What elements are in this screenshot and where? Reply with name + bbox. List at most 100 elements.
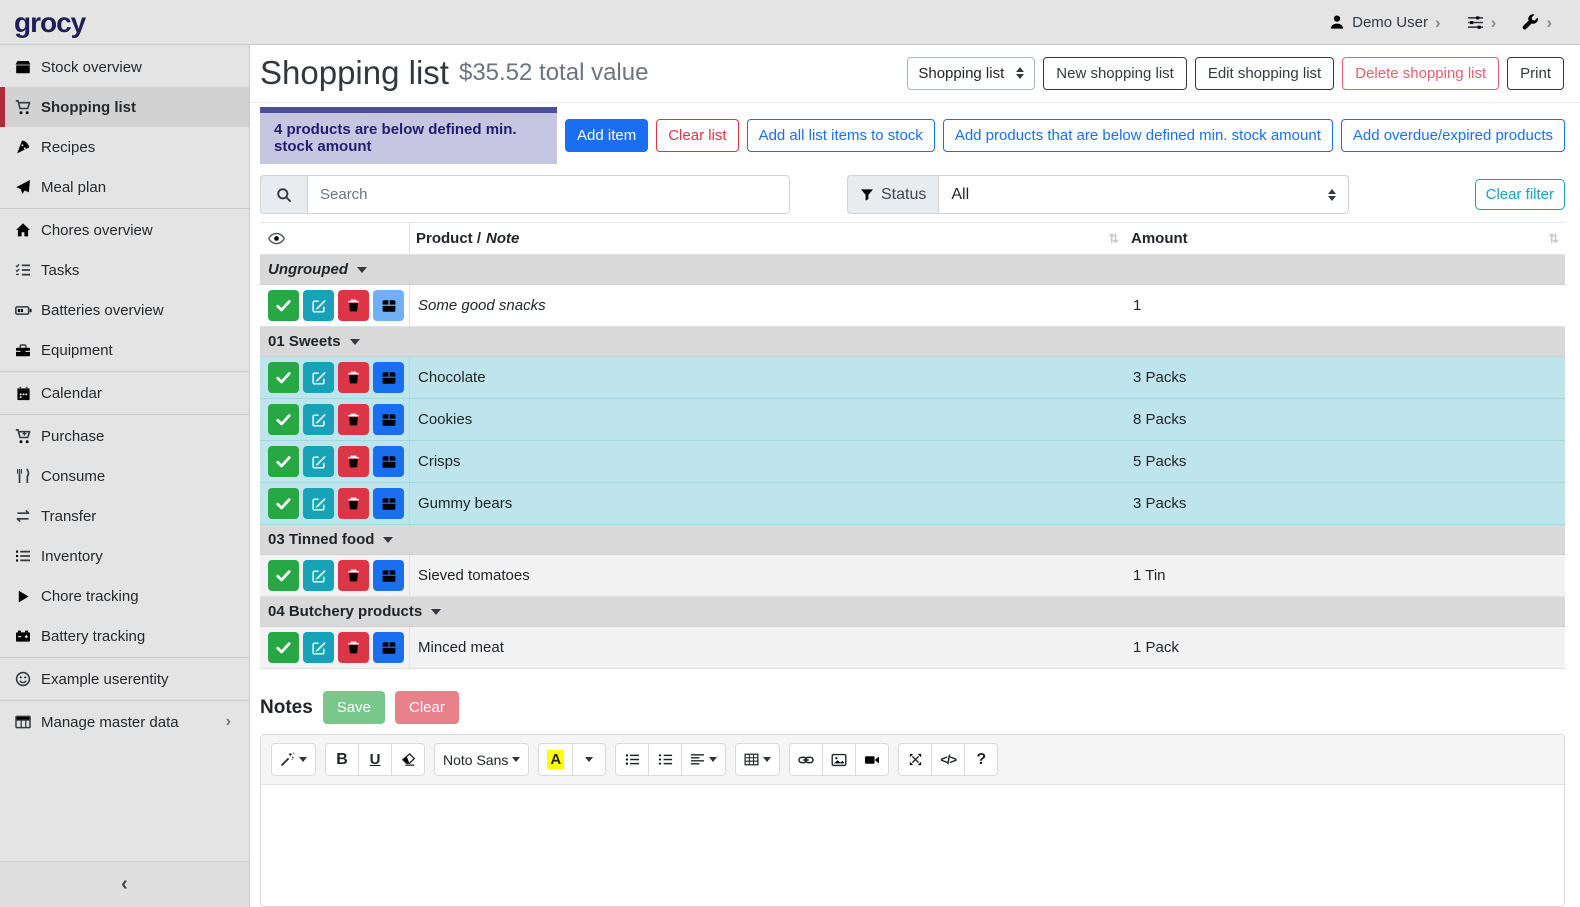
mark-done-button[interactable]	[268, 446, 299, 477]
unordered-list-button[interactable]	[615, 743, 649, 776]
code-view-button[interactable]: </>	[931, 743, 965, 776]
delete-item-button[interactable]	[338, 290, 369, 321]
add-item-button[interactable]: Add item	[565, 119, 648, 152]
mark-done-button[interactable]	[268, 560, 299, 591]
sidebar-item-label: Shopping list	[41, 99, 136, 116]
sidebar-item-calendar[interactable]: Calendar	[0, 373, 249, 413]
caret-down-icon	[350, 339, 360, 345]
insert-table-dropdown[interactable]	[735, 743, 780, 776]
sidebar-item-meal-plan[interactable]: Meal plan	[0, 167, 249, 207]
insert-image-button[interactable]	[822, 743, 856, 776]
edit-item-button[interactable]	[303, 404, 334, 435]
insert-link-button[interactable]	[789, 743, 823, 776]
sidebar-divider	[0, 208, 249, 209]
clear-notes-button[interactable]: Clear	[395, 691, 459, 724]
add-overdue-button[interactable]: Add overdue/expired products	[1341, 119, 1565, 152]
shopping-list-select[interactable]: Shopping list	[907, 57, 1035, 90]
add-below-min-button[interactable]: Add products that are below defined min.…	[943, 119, 1333, 152]
ordered-list-button[interactable]	[648, 743, 682, 776]
sidebar-item-manage-master-data[interactable]: Manage master data›	[0, 702, 249, 742]
add-to-stock-button[interactable]	[373, 446, 404, 477]
sidebar-item-chores-overview[interactable]: Chores overview	[0, 210, 249, 250]
underline-button[interactable]: U	[358, 743, 392, 776]
sidebar-item-equipment[interactable]: Equipment	[0, 330, 249, 370]
group-header-sweets[interactable]: 01 Sweets	[260, 327, 1565, 357]
sidebar-item-shopping-list[interactable]: Shopping list	[0, 87, 249, 127]
edit-item-button[interactable]	[303, 632, 334, 663]
sidebar-item-inventory[interactable]: Inventory	[0, 536, 249, 576]
mark-done-button[interactable]	[268, 404, 299, 435]
sort-icon[interactable]: ⇅	[1548, 231, 1559, 247]
product-column-header[interactable]: Product /Note ⇅	[410, 223, 1125, 254]
font-color-dropdown[interactable]	[572, 743, 606, 776]
edit-icon	[311, 412, 327, 428]
settings-menu[interactable]: ›	[1467, 14, 1497, 31]
new-shopping-list-button[interactable]: New shopping list	[1043, 57, 1187, 90]
sidebar-item-stock-overview[interactable]: Stock overview	[0, 47, 249, 87]
mark-done-button[interactable]	[268, 362, 299, 393]
add-to-stock-button[interactable]	[373, 404, 404, 435]
edit-shopping-list-button[interactable]: Edit shopping list	[1195, 57, 1334, 90]
sidebar-item-transfer[interactable]: Transfer	[0, 496, 249, 536]
delete-shopping-list-button[interactable]: Delete shopping list	[1342, 57, 1499, 90]
mark-done-button[interactable]	[268, 290, 299, 321]
visibility-column-header[interactable]	[260, 223, 410, 254]
add-to-stock-button[interactable]	[373, 362, 404, 393]
mark-done-button[interactable]	[268, 632, 299, 663]
group-header-ungrouped[interactable]: Ungrouped	[260, 255, 1565, 285]
sidebar-item-label: Chores overview	[41, 222, 153, 239]
edit-item-button[interactable]	[303, 560, 334, 591]
delete-item-button[interactable]	[338, 488, 369, 519]
edit-item-button[interactable]	[303, 362, 334, 393]
sidebar-item-consume[interactable]: Consume	[0, 456, 249, 496]
add-to-stock-button[interactable]	[373, 290, 404, 321]
help-button[interactable]: ?	[964, 743, 998, 776]
delete-item-button[interactable]	[338, 446, 369, 477]
sidebar-item-recipes[interactable]: Recipes	[0, 127, 249, 167]
save-notes-button[interactable]: Save	[323, 691, 385, 724]
add-to-stock-button[interactable]	[373, 560, 404, 591]
font-color-button[interactable]: A	[538, 743, 573, 776]
sidebar-collapse-button[interactable]: ‹	[0, 861, 249, 907]
sidebar-item-chore-tracking[interactable]: Chore tracking	[0, 576, 249, 616]
print-button[interactable]: Print	[1507, 57, 1564, 90]
notes-text-area[interactable]	[261, 785, 1564, 906]
insert-video-button[interactable]	[855, 743, 889, 776]
delete-item-button[interactable]	[338, 404, 369, 435]
delete-item-button[interactable]	[338, 632, 369, 663]
trash-icon	[346, 496, 361, 511]
group-header-butchery[interactable]: 04 Butchery products	[260, 597, 1565, 627]
amount-column-header[interactable]: Amount ⇅	[1125, 223, 1565, 254]
edit-item-button[interactable]	[303, 290, 334, 321]
user-menu[interactable]: Demo User ›	[1329, 14, 1441, 31]
admin-menu[interactable]: ›	[1522, 14, 1552, 31]
add-to-stock-button[interactable]	[373, 488, 404, 519]
edit-item-button[interactable]	[303, 488, 334, 519]
page-header: Shopping list $35.52 total value Shoppin…	[250, 45, 1580, 103]
sidebar-item-example-userentity[interactable]: Example userentity	[0, 659, 249, 699]
sidebar-item-purchase[interactable]: Purchase	[0, 416, 249, 456]
sidebar-item-battery-tracking[interactable]: Battery tracking	[0, 616, 249, 656]
sidebar-item-tasks[interactable]: Tasks	[0, 250, 249, 290]
clear-list-button[interactable]: Clear list	[656, 119, 738, 152]
clear-filter-button[interactable]: Clear filter	[1475, 179, 1565, 210]
edit-item-button[interactable]	[303, 446, 334, 477]
bold-button[interactable]: B	[325, 743, 359, 776]
box-icon	[381, 640, 397, 656]
clear-formatting-button[interactable]	[391, 743, 425, 776]
delete-item-button[interactable]	[338, 362, 369, 393]
status-filter-select[interactable]: All	[938, 175, 1349, 214]
below-min-stock-alert[interactable]: 4 products are below defined min. stock …	[260, 107, 557, 164]
add-to-stock-button[interactable]	[373, 632, 404, 663]
fullscreen-button[interactable]	[898, 743, 932, 776]
group-header-tinned-food[interactable]: 03 Tinned food	[260, 525, 1565, 555]
style-dropdown-button[interactable]	[271, 743, 316, 776]
mark-done-button[interactable]	[268, 488, 299, 519]
sidebar-item-batteries-overview[interactable]: Batteries overview	[0, 290, 249, 330]
font-family-dropdown[interactable]: Noto Sans	[434, 743, 529, 776]
search-input[interactable]	[307, 175, 790, 214]
delete-item-button[interactable]	[338, 560, 369, 591]
add-all-to-stock-button[interactable]: Add all list items to stock	[747, 119, 935, 152]
paragraph-align-dropdown[interactable]	[681, 743, 726, 776]
sort-icon[interactable]: ⇅	[1108, 231, 1119, 247]
